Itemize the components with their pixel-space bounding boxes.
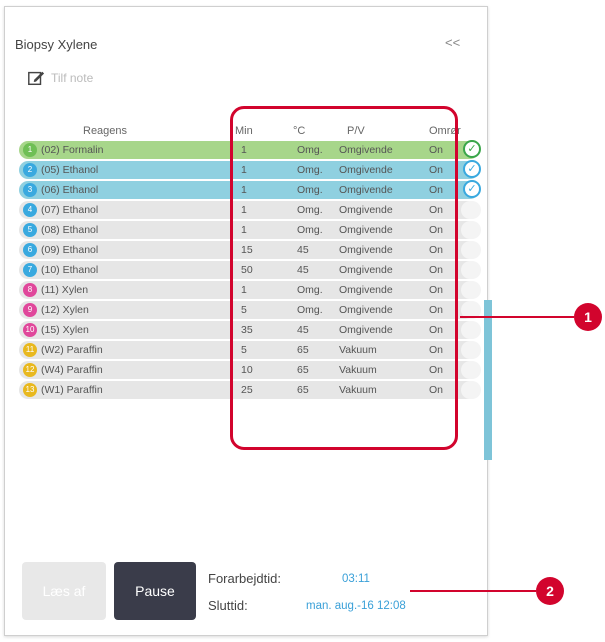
- callout-line-1: [460, 316, 574, 318]
- step-complete-icon: ✓: [463, 140, 481, 158]
- step-number-badge: 10: [23, 323, 37, 337]
- callout-1: 1: [574, 303, 602, 331]
- header-reagens: Reagens: [83, 125, 128, 137]
- step-number-badge: 1: [23, 143, 37, 157]
- edge-strip: [484, 300, 492, 460]
- add-note-button[interactable]: Tilf note: [27, 69, 93, 87]
- reagent-name: (12) Xylen: [41, 304, 89, 316]
- reagent-name: (05) Ethanol: [41, 164, 99, 176]
- reagent-name: (W1) Paraffin: [41, 384, 103, 396]
- program-title: Biopsy Xylene: [15, 37, 98, 52]
- step-number-badge: 3: [23, 183, 37, 197]
- reagent-name: (06) Ethanol: [41, 184, 99, 196]
- step-number-badge: 5: [23, 223, 37, 237]
- callout-2: 2: [536, 577, 564, 605]
- reagent-name: (15) Xylen: [41, 324, 89, 336]
- processing-time-label: Forarbejdtid:: [208, 571, 281, 586]
- callout-line-2: [410, 590, 536, 592]
- step-status-cap: [461, 321, 481, 339]
- end-time-label: Sluttid:: [208, 598, 248, 613]
- step-status-cap: [461, 341, 481, 359]
- step-status-cap: [461, 221, 481, 239]
- reagent-name: (09) Ethanol: [41, 244, 99, 256]
- step-number-badge: 2: [23, 163, 37, 177]
- reagent-name: (08) Ethanol: [41, 224, 99, 236]
- add-note-label: Tilf note: [51, 71, 94, 85]
- reagent-name: (07) Ethanol: [41, 204, 99, 216]
- step-complete-icon: ✓: [463, 160, 481, 178]
- step-status-cap: [461, 201, 481, 219]
- pause-button[interactable]: Pause: [114, 562, 196, 620]
- step-status-cap: [461, 381, 481, 399]
- step-status-cap: [461, 261, 481, 279]
- step-status-cap: [461, 361, 481, 379]
- collapse-button[interactable]: <<: [445, 35, 460, 50]
- step-number-badge: 12: [23, 363, 37, 377]
- processing-time-value: 03:11: [342, 573, 370, 585]
- step-number-badge: 4: [23, 203, 37, 217]
- step-number-badge: 11: [23, 343, 37, 357]
- step-number-badge: 8: [23, 283, 37, 297]
- read-off-button[interactable]: Læs af: [22, 562, 106, 620]
- step-complete-icon: ✓: [463, 180, 481, 198]
- reagent-name: (W2) Paraffin: [41, 344, 103, 356]
- end-time-value: man. aug.-16 12:08: [306, 600, 406, 612]
- reagent-name: (11) Xylen: [41, 284, 89, 296]
- step-number-badge: 6: [23, 243, 37, 257]
- step-settings-highlight: [230, 106, 458, 450]
- reagent-name: (10) Ethanol: [41, 264, 99, 276]
- step-number-badge: 13: [23, 383, 37, 397]
- edit-note-icon: [28, 71, 45, 86]
- step-number-badge: 7: [23, 263, 37, 277]
- step-number-badge: 9: [23, 303, 37, 317]
- reagent-name: (W4) Paraffin: [41, 364, 103, 376]
- step-status-cap: [461, 281, 481, 299]
- reagent-name: (02) Formalin: [41, 144, 104, 156]
- step-status-cap: [461, 241, 481, 259]
